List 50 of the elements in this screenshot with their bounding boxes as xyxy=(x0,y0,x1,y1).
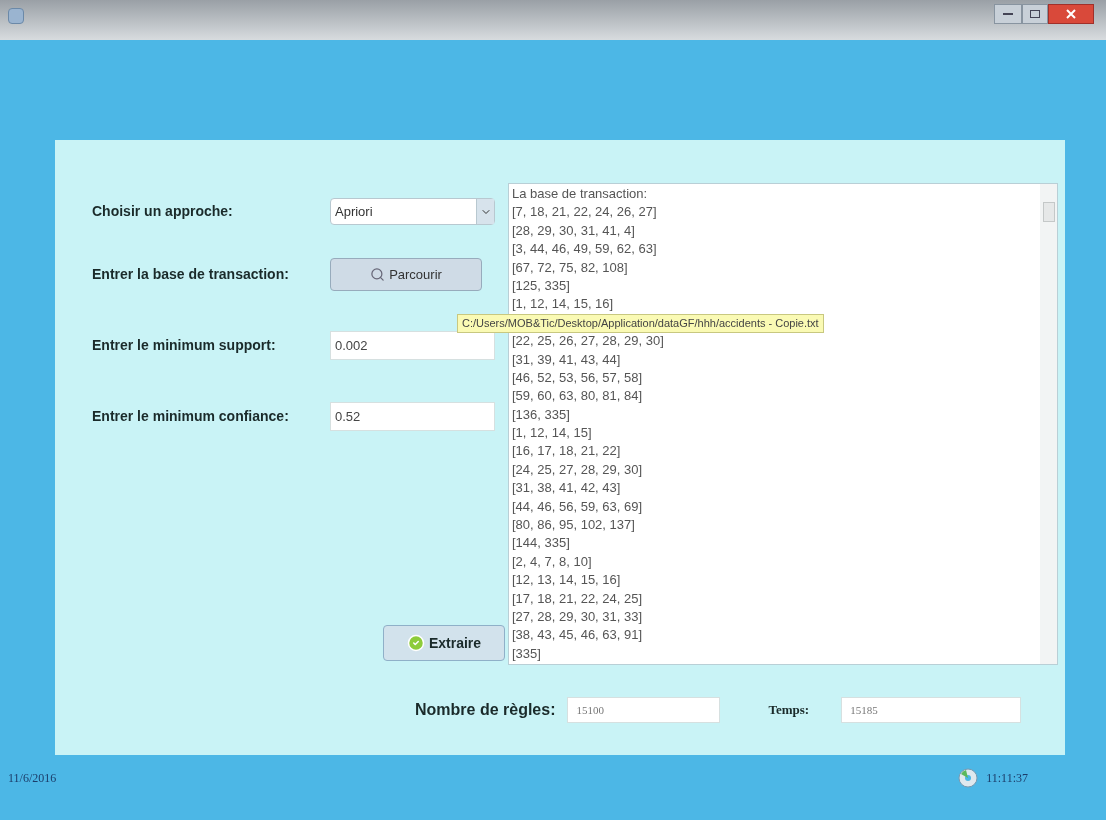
transaction-line: La base de transaction: xyxy=(512,185,649,203)
transaction-line: [28, 29, 30, 31, 41, 4] xyxy=(512,221,636,240)
scrollbar[interactable] xyxy=(1040,184,1057,664)
transaction-line: [38, 43, 45, 46, 63, 91] xyxy=(512,626,644,645)
check-icon xyxy=(406,634,425,652)
transaction-line: [3, 44, 46, 49, 59, 62, 63] xyxy=(512,240,658,259)
transaction-line: [144, 335] xyxy=(512,534,571,553)
extract-button[interactable]: Extraire xyxy=(383,625,505,661)
value-field[interactable]: 0.52 xyxy=(330,402,495,431)
rules-count-label: Nombre de règles: xyxy=(415,700,556,720)
transaction-line: [16, 17, 18, 21, 22] xyxy=(512,442,622,461)
transaction-line: [7, 18, 21, 22, 24, 26, 27] xyxy=(512,203,658,222)
transaction-line: [24, 25, 27, 28, 29, 30] xyxy=(512,460,644,479)
transaction-line: [46, 52, 53, 56, 57, 58] xyxy=(512,368,644,387)
transaction-line: [2, 4, 7, 8, 10] xyxy=(512,552,593,571)
transaction-line: [31, 39, 41, 43, 44] xyxy=(512,350,622,369)
value-field[interactable]: 0.002 xyxy=(330,331,495,360)
close-button[interactable] xyxy=(1048,4,1094,24)
field-label: Choisir un approche: xyxy=(92,202,234,221)
transaction-line: [1, 12, 14, 15, 16] xyxy=(512,295,615,314)
maximize-button[interactable] xyxy=(1022,4,1048,24)
transaction-line: [17, 18, 21, 22, 24, 25] xyxy=(512,589,644,608)
browse-button[interactable]: Parcourir xyxy=(330,258,482,291)
close-icon xyxy=(1066,9,1076,19)
status-date: 11/6/2016 xyxy=(8,769,57,787)
minimize-button[interactable] xyxy=(994,4,1022,24)
transaction-line: [59, 60, 63, 80, 81, 84] xyxy=(512,387,644,406)
time-label: Temps: xyxy=(768,701,810,720)
field-label: Entrer la base de transaction: xyxy=(92,265,290,284)
approach-dropdown[interactable]: Apriori xyxy=(330,198,495,225)
transaction-line: [125, 335] xyxy=(512,276,571,295)
app-icon xyxy=(8,8,24,24)
transaction-line: [12, 13, 14, 15, 16] xyxy=(512,571,622,590)
transaction-line: [1, 12, 14, 15] xyxy=(512,424,593,443)
disc-icon xyxy=(958,767,979,788)
transaction-line: [335] xyxy=(512,644,542,663)
search-icon xyxy=(370,267,386,282)
time-field[interactable]: 15185 xyxy=(841,697,1022,723)
rules-count-field[interactable]: 15100 xyxy=(567,697,721,723)
transaction-line: [22, 25, 26, 27, 28, 29, 30] xyxy=(512,332,665,351)
transaction-line: [136, 335] xyxy=(512,405,571,424)
status-time: 11:11:37 xyxy=(986,769,1028,787)
file-path-tooltip: C:/Users/MOB&Tic/Desktop/Application/dataGF/hhh/accidents - Copie.txt xyxy=(457,313,824,333)
transaction-line: [31, 38, 41, 42, 43] xyxy=(512,479,622,498)
field-label: Entrer le minimum confiance: xyxy=(92,407,290,426)
transaction-line: [80, 86, 95, 102, 137] xyxy=(512,516,636,535)
transaction-line: [27, 28, 29, 30, 31, 33] xyxy=(512,608,644,626)
transaction-line: [67, 72, 75, 82, 108] xyxy=(512,258,629,277)
field-label: Entrer le minimum support: xyxy=(92,336,277,355)
transaction-line: [44, 46, 56, 59, 63, 69] xyxy=(512,497,644,516)
